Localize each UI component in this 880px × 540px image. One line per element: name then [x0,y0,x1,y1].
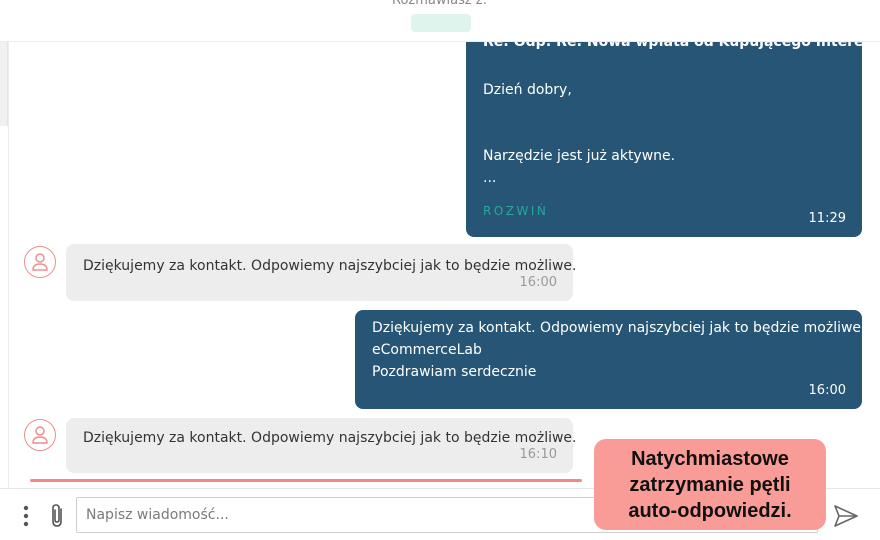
message-time: 16:00 [519,275,557,290]
user-icon [32,426,48,444]
message-incoming: Dziękujemy za kontakt. Odpowiemy najszyb… [66,244,577,301]
annotation-line: Natychmiastowe [631,447,789,470]
expand-message-link[interactable]: ROZWIŃ [483,200,548,222]
message-line: ... [483,170,497,186]
conversation-header: Rozmawiasz z: [0,0,880,42]
contact-name-badge [411,14,471,32]
more-options-button[interactable] [18,503,34,529]
message-text: Dziękujemy za kontakt. Odpowiemy najszyb… [83,430,577,446]
annotation-callout: Natychmiastowe zatrzymanie pętli auto-od… [594,439,826,530]
paperclip-icon [52,504,62,527]
message-text: Dziękujemy za kontakt. Odpowiemy najszyb… [83,258,577,274]
message-line: Dziękujemy za kontakt. Odpowiemy najszyb… [372,320,866,336]
side-panel-edge [0,42,8,126]
attach-file-button[interactable] [46,502,70,530]
conversation-with-label: Rozmawiasz z: [392,0,487,8]
message-line: Narzędzie jest już aktywne. [483,148,676,164]
message-line: Dzień dobry, [483,82,572,98]
annotation-line: auto-odpowiedzi. [628,499,792,522]
more-vertical-icon [23,505,29,527]
message-incoming: Dziękujemy za kontakt. Odpowiemy najszyb… [66,418,577,473]
message-time: 16:10 [519,447,557,462]
message-outgoing: Re: Odp: Re: Nowa wpłata od Kupującego I… [466,20,880,237]
highlight-underline [30,479,582,482]
contact-avatar [24,419,56,451]
message-line: eCommerceLab [372,342,482,358]
annotation-line: zatrzymanie pętli [629,473,791,496]
message-outgoing: Dziękujemy za kontakt. Odpowiemy najszyb… [355,310,866,409]
send-button[interactable] [832,503,860,529]
contact-avatar [24,246,56,278]
message-time: 16:00 [808,383,846,398]
send-icon [834,505,858,527]
message-time: 11:29 [808,211,846,226]
user-icon [32,253,48,271]
message-line: Pozdrawiam serdecznie [372,364,537,380]
